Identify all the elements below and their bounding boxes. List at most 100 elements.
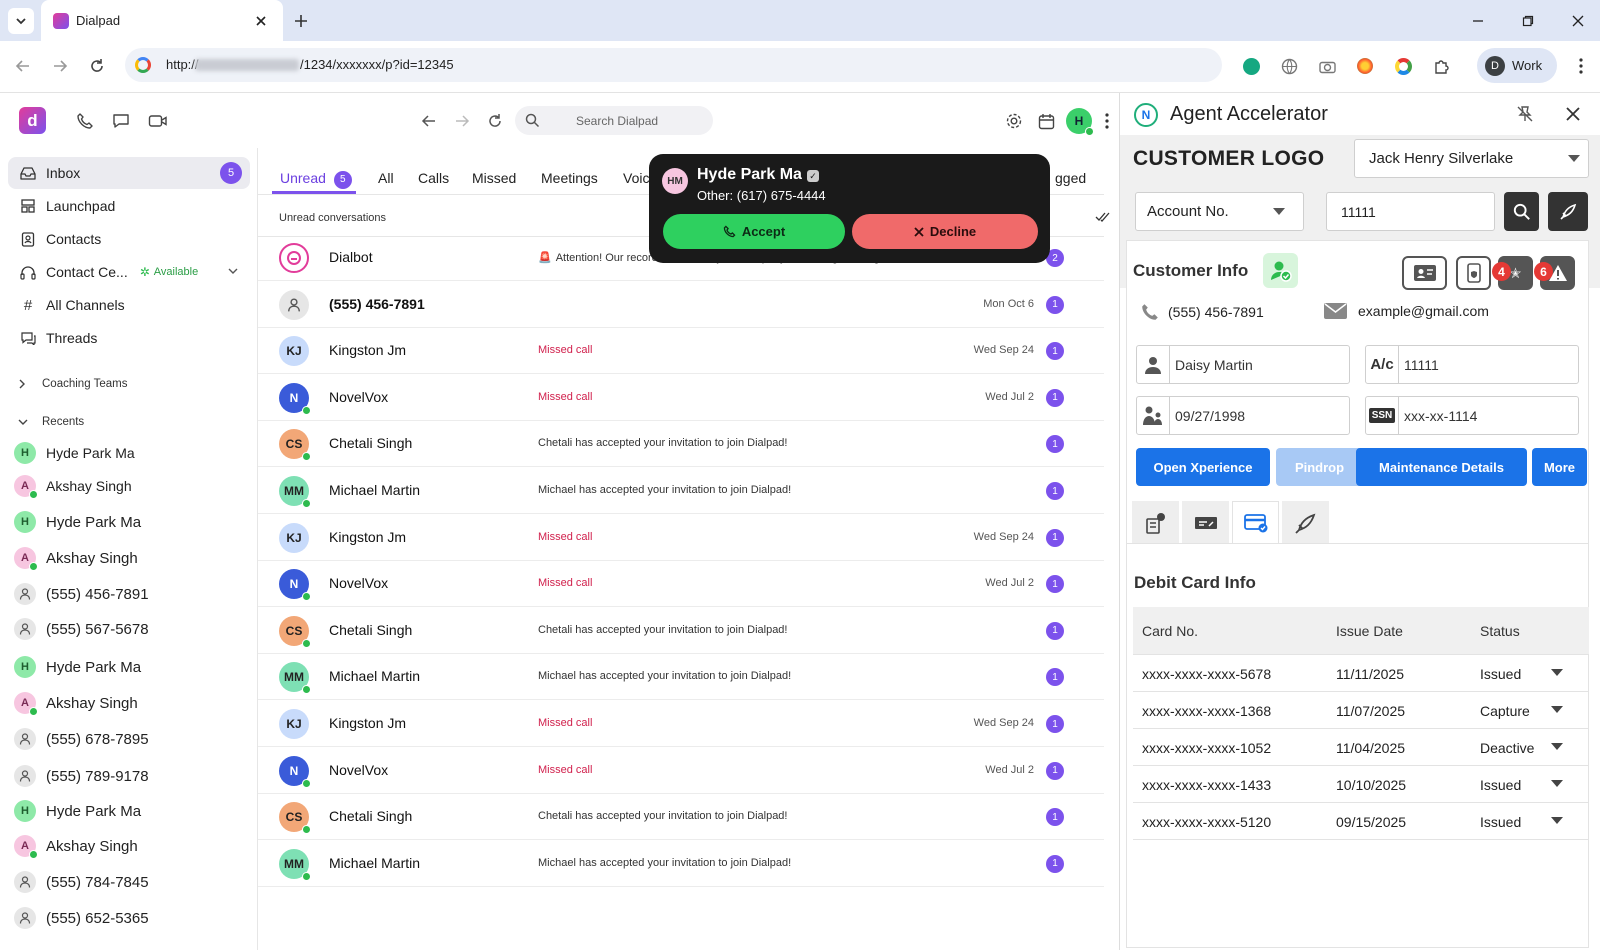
history-back-icon[interactable] <box>418 110 440 132</box>
decline-call-button[interactable]: Decline <box>852 214 1038 249</box>
camera-extension-icon[interactable] <box>1316 55 1338 77</box>
browser-menu-icon[interactable] <box>1570 53 1592 79</box>
more-button[interactable]: More <box>1532 448 1587 486</box>
tab-unread[interactable]: Unread 5 <box>280 170 352 189</box>
recent-contact[interactable]: H Hyde Park Ma <box>14 507 141 537</box>
sidebar-item-launchpad[interactable]: Launchpad <box>8 190 250 222</box>
phone-icon[interactable] <box>74 110 96 132</box>
sidebar-item-inbox[interactable]: Inbox 5 <box>8 157 250 189</box>
sidebar-item-contact-center[interactable]: Contact Ce... ✲ Available <box>8 256 250 288</box>
conversation-row[interactable]: MM Michael Martin Michael has accepted you… <box>258 840 1104 887</box>
close-window-icon[interactable] <box>1565 8 1591 34</box>
sidebar-item-contacts[interactable]: Contacts <box>8 223 250 255</box>
recent-contact[interactable]: (555) 789-9178 <box>14 761 149 791</box>
account-field[interactable]: A/c 11111 <box>1365 345 1579 384</box>
conversation-row[interactable]: KJ Kingston Jm Missed call Wed Sep 24 1 <box>258 700 1104 747</box>
tab-action-icon[interactable] <box>1282 501 1329 544</box>
recent-contact[interactable]: (555) 652-5365 <box>14 903 149 933</box>
chevron-down-icon[interactable] <box>228 267 238 275</box>
conversation-row[interactable]: KJ Kingston Jm Missed call Wed Sep 24 1 <box>258 327 1104 375</box>
table-row[interactable]: xxxx-xxxx-xxxx-5120 09/15/2025 Issued <box>1133 803 1589 840</box>
recents-section[interactable]: Recents <box>18 416 84 428</box>
pindrop-button[interactable]: Pindrop <box>1276 448 1363 486</box>
recent-contact[interactable]: A Akshay Singh <box>14 688 138 718</box>
search-type-select[interactable]: Account No. <box>1135 192 1304 231</box>
conversation-row[interactable]: CS Chetali Singh Chetali has accepted your… <box>258 420 1104 468</box>
id-card-icon[interactable] <box>1402 256 1447 290</box>
email-contact[interactable]: example@gmail.com <box>1323 302 1489 320</box>
color-wheel-extension-icon[interactable] <box>1392 55 1414 77</box>
table-row[interactable]: xxxx-xxxx-xxxx-1433 10/10/2025 Issued <box>1133 766 1589 803</box>
launch-button[interactable] <box>1548 192 1588 231</box>
recent-contact[interactable]: A Akshay Singh <box>14 471 132 501</box>
conversation-row[interactable]: N NovelVox Missed call Wed Jul 2 1 <box>258 560 1104 608</box>
recent-contact[interactable]: (555) 567-5678 <box>14 614 149 644</box>
table-row[interactable]: xxxx-xxxx-xxxx-1052 11/04/2025 Deactive <box>1133 729 1589 766</box>
mobile-security-icon[interactable] <box>1456 256 1491 290</box>
recent-contact[interactable]: (555) 678-7895 <box>14 724 149 754</box>
unpin-icon[interactable] <box>1514 103 1536 125</box>
status-dropdown-icon[interactable] <box>1551 669 1563 677</box>
mark-all-read-icon[interactable] <box>1094 208 1112 226</box>
settings-gear-icon[interactable] <box>1003 110 1025 132</box>
tab-calls[interactable]: Calls <box>418 170 449 186</box>
recent-contact[interactable]: A Akshay Singh <box>14 831 138 861</box>
browser-tab-dialpad[interactable]: Dialpad <box>41 0 283 41</box>
minimize-window-icon[interactable] <box>1465 8 1491 34</box>
status-dropdown-icon[interactable] <box>1551 706 1563 714</box>
accept-call-button[interactable]: Accept <box>663 214 845 249</box>
conversation-row[interactable]: CS Chetali Singh Chetali has accepted your… <box>258 607 1104 654</box>
calendar-icon[interactable] <box>1035 110 1057 132</box>
back-arrow-icon[interactable] <box>10 53 36 79</box>
tab-close-icon[interactable] <box>251 11 271 31</box>
status-dropdown-icon[interactable] <box>1551 817 1563 825</box>
recent-contact[interactable]: (555) 784-7845 <box>14 867 149 897</box>
grammarly-extension-icon[interactable] <box>1240 55 1262 77</box>
user-avatar[interactable]: H <box>1066 108 1094 136</box>
dob-field[interactable]: 09/27/1998 <box>1136 396 1350 435</box>
tab-all[interactable]: All <box>378 170 394 186</box>
app-more-menu-icon[interactable] <box>1100 110 1114 132</box>
account-search-input[interactable]: 11111 <box>1326 192 1495 231</box>
tab-cheque-icon[interactable] <box>1182 501 1229 544</box>
name-field[interactable]: Daisy Martin <box>1136 345 1350 384</box>
close-panel-icon[interactable] <box>1562 103 1584 125</box>
search-button[interactable] <box>1504 192 1539 231</box>
sidebar-item-all-channels[interactable]: # All Channels <box>8 289 250 321</box>
recent-contact[interactable]: H Hyde Park Ma <box>14 438 135 468</box>
new-tab-icon[interactable] <box>289 9 313 33</box>
bank-select[interactable]: Jack Henry Silverlake <box>1354 139 1589 178</box>
history-forward-icon[interactable] <box>451 110 473 132</box>
table-row[interactable]: xxxx-xxxx-xxxx-5678 11/11/2025 Issued <box>1133 655 1589 692</box>
restore-window-icon[interactable] <box>1515 8 1541 34</box>
address-bar[interactable]: http:// /1234/xxxxxxx/p?id=12345 <box>125 48 1222 82</box>
message-icon[interactable] <box>110 110 132 132</box>
dialpad-logo[interactable]: d <box>19 107 46 134</box>
tab-missed[interactable]: Missed <box>472 170 516 186</box>
reload-icon[interactable] <box>84 53 110 79</box>
tab-flagged[interactable]: gged <box>1055 170 1086 186</box>
conversation-row[interactable]: (555) 456-7891 Mon Oct 6 1 <box>258 281 1104 328</box>
open-xperience-button[interactable]: Open Xperience <box>1136 448 1270 486</box>
conversation-row[interactable]: N NovelVox Missed call Wed Jul 2 1 <box>258 747 1104 794</box>
ssn-field[interactable]: SSN xxx-xx-1114 <box>1365 396 1579 435</box>
tab-search-button[interactable] <box>8 8 34 34</box>
color-extension-icon[interactable] <box>1354 55 1376 77</box>
forward-arrow-icon[interactable] <box>47 53 73 79</box>
status-dropdown-icon[interactable] <box>1551 743 1563 751</box>
tab-loan-icon[interactable] <box>1132 501 1179 544</box>
sidebar-item-threads[interactable]: Threads <box>8 322 250 354</box>
conversation-row[interactable]: MM Michael Martin Michael has accepted you… <box>258 653 1104 701</box>
conversation-row[interactable]: MM Michael Martin Michael has accepted you… <box>258 467 1104 514</box>
phone-contact[interactable]: (555) 456-7891 <box>1140 302 1264 322</box>
table-row[interactable]: xxxx-xxxx-xxxx-1368 11/07/2025 Capture <box>1133 692 1589 729</box>
app-search-box[interactable]: Search Dialpad <box>515 106 713 135</box>
conversation-row[interactable]: CS Chetali Singh Chetali has accepted your… <box>258 793 1104 841</box>
tab-meetings[interactable]: Meetings <box>541 170 598 186</box>
conversation-row[interactable]: N NovelVox Missed call Wed Jul 2 1 <box>258 374 1104 421</box>
coaching-teams-section[interactable]: Coaching Teams <box>18 378 127 390</box>
refresh-icon[interactable] <box>484 110 506 132</box>
recent-contact[interactable]: A Akshay Singh <box>14 543 138 573</box>
recent-contact[interactable]: H Hyde Park Ma <box>14 652 141 682</box>
profile-chip[interactable]: D Work <box>1477 48 1557 83</box>
